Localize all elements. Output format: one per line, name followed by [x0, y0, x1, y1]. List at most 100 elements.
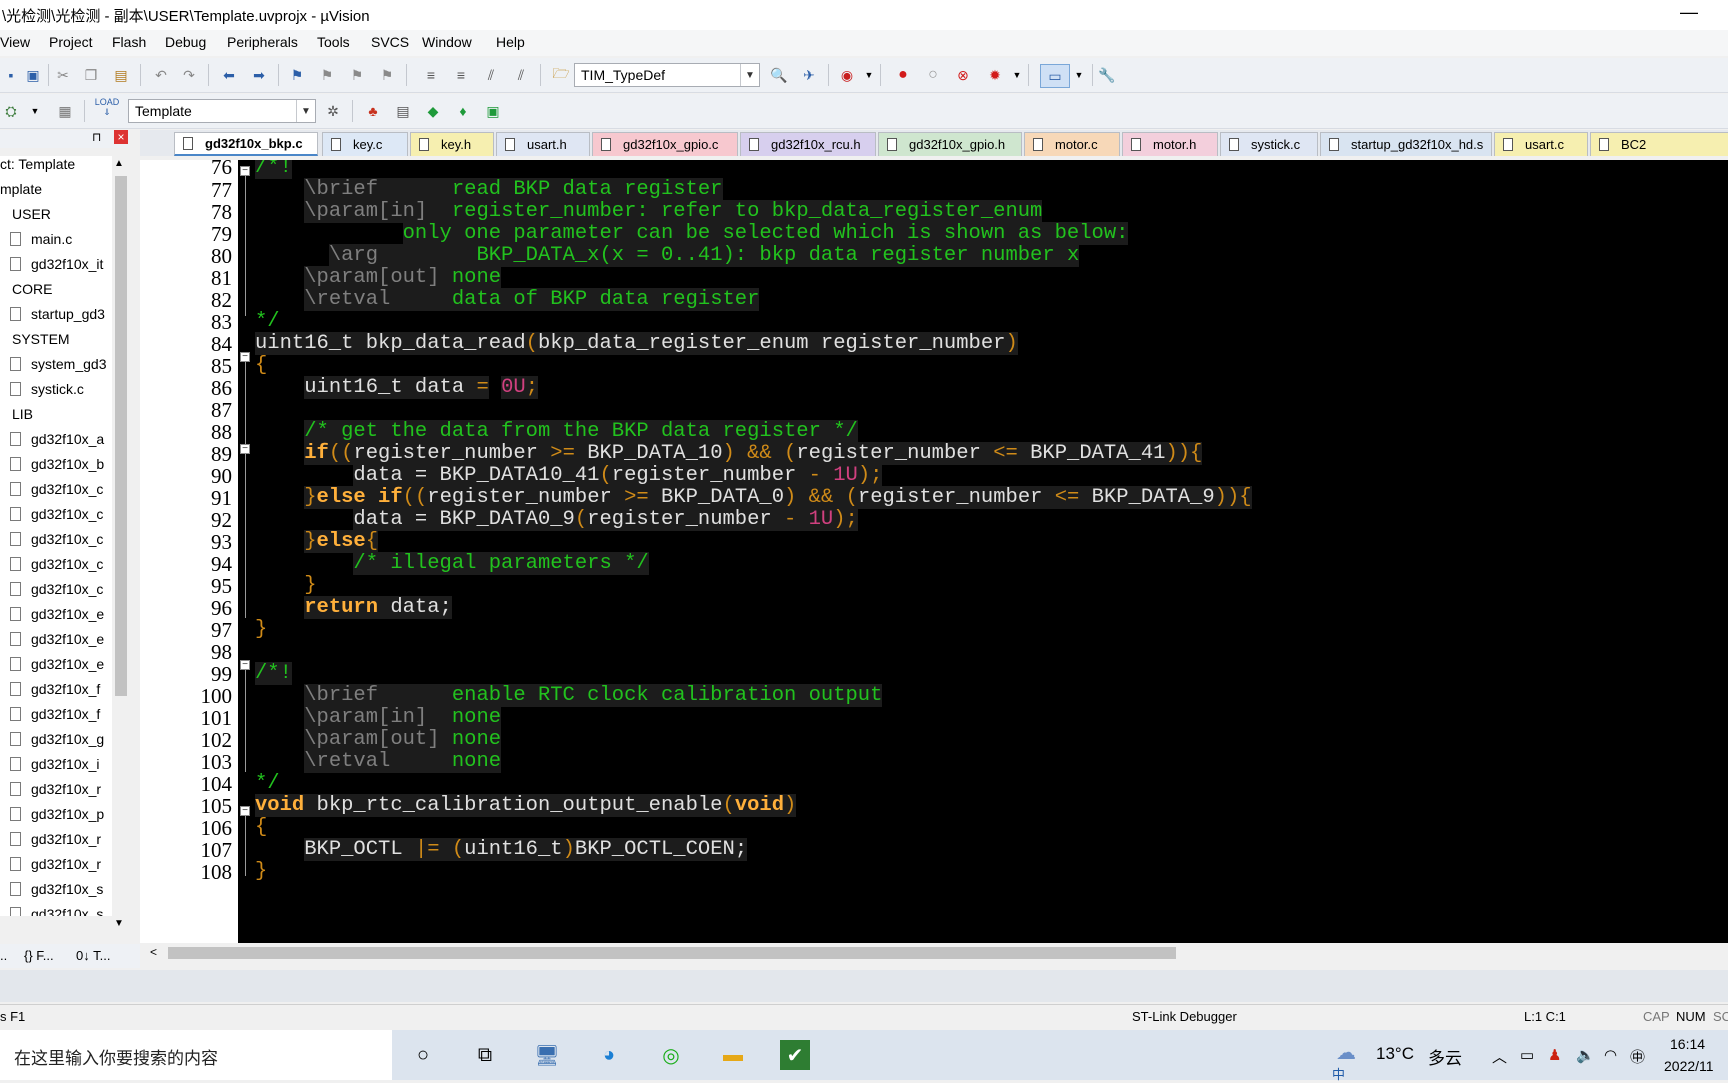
nav-back-icon[interactable]: ⬅ — [218, 64, 240, 86]
task-view-icon[interactable]: ⧉ — [470, 1040, 500, 1070]
tree-group-lib[interactable]: LIB — [12, 406, 33, 422]
tab-usart-h[interactable]: usart.h — [496, 132, 590, 156]
tree-file[interactable]: gd32f10x_it — [10, 256, 103, 272]
menu-project[interactable]: Project — [49, 34, 93, 50]
volume-icon[interactable]: 🔈 — [1576, 1046, 1595, 1064]
tab-usart-c[interactable]: usart.c — [1494, 132, 1588, 156]
undo-icon[interactable]: ↶ — [150, 64, 172, 86]
tree-file[interactable]: gd32f10x_f — [10, 706, 100, 722]
code-editor[interactable]: 76 77 78 79 80 81 82 83 84 85 86 87 88 8… — [140, 160, 1728, 943]
taskbar-search[interactable]: 在这里输入你要搜索的内容 — [0, 1030, 392, 1080]
tab-motor-h[interactable]: motor.h — [1122, 132, 1218, 156]
pin-icon[interactable]: ⊓ — [92, 130, 101, 144]
tab-gd32f10x-bkp-c[interactable]: gd32f10x_bkp.c — [174, 132, 318, 156]
tree-file[interactable]: system_gd3 — [10, 356, 106, 372]
tab-startup-s[interactable]: startup_gd32f10x_hd.s — [1320, 132, 1492, 156]
qq-icon[interactable]: ♟ — [1548, 1046, 1561, 1064]
close-panel-icon[interactable]: × — [114, 130, 128, 144]
build-icon[interactable]: ⛭ — [0, 100, 22, 122]
tab-gd32f10x-gpio-h[interactable]: gd32f10x_gpio.h — [878, 132, 1022, 156]
clock-date[interactable]: 2022/11 — [1664, 1058, 1714, 1074]
scroll-left-icon[interactable]: < — [150, 945, 157, 959]
bookmark-prev-icon[interactable]: ⚑ — [316, 64, 338, 86]
project-tree-scrollbar[interactable]: ▲ ▼ — [112, 156, 130, 936]
find-in-files-icon[interactable]: 🗁 — [550, 64, 572, 86]
keil-uvision-icon[interactable]: ✔ — [780, 1040, 810, 1070]
menu-window[interactable]: Window — [422, 34, 472, 50]
tree-file[interactable]: gd32f10x_e — [10, 606, 104, 622]
run-time-env-icon[interactable]: ▣ — [482, 100, 504, 122]
download-icon[interactable]: LOAD ⇓ — [94, 96, 120, 118]
tray-expand-icon[interactable]: ︿ — [1492, 1046, 1507, 1067]
scroll-thumb[interactable] — [115, 176, 127, 696]
tree-file[interactable]: gd32f10x_e — [10, 656, 104, 672]
tree-project-root[interactable]: ct: Template — [0, 156, 75, 172]
computer-icon[interactable]: 🖥 — [532, 1040, 562, 1070]
file-extensions-icon[interactable]: ▤ — [392, 100, 414, 122]
tree-file[interactable]: main.c — [10, 231, 72, 247]
edge-browser-icon[interactable]: ◕ — [594, 1040, 624, 1070]
tree-file[interactable]: gd32f10x_p — [10, 806, 104, 822]
nav-forward-icon[interactable]: ➡ — [248, 64, 270, 86]
ime-lang[interactable]: 中 — [1332, 1064, 1345, 1083]
bookmark-next-icon[interactable]: ⚑ — [346, 64, 368, 86]
incremental-find-icon[interactable]: ✈ — [798, 64, 820, 86]
tree-file[interactable]: gd32f10x_r — [10, 831, 101, 847]
tree-file[interactable]: gd32f10x_c — [10, 481, 103, 497]
menu-view[interactable]: View — [0, 34, 30, 50]
tree-group-core[interactable]: CORE — [12, 281, 52, 297]
tree-file[interactable]: gd32f10x_b — [10, 456, 104, 472]
copy-icon[interactable]: ❐ — [80, 64, 102, 86]
tab-motor-c[interactable]: motor.c — [1024, 132, 1120, 156]
chevron-down-icon[interactable]: ▼ — [1006, 64, 1028, 86]
tab-gd32f10x-rcu-h[interactable]: gd32f10x_rcu.h — [740, 132, 876, 156]
select-packs-icon[interactable]: ◆ — [422, 100, 444, 122]
tree-file[interactable]: startup_gd3 — [10, 306, 105, 322]
tree-file[interactable]: gd32f10x_r — [10, 781, 101, 797]
input-method-icon[interactable]: ㊥ — [1630, 1046, 1645, 1067]
pack-installer-icon[interactable]: ♦ — [452, 100, 474, 122]
configure-icon[interactable]: 🔧 — [1096, 64, 1118, 86]
debug-session-icon[interactable]: ◉ — [836, 64, 858, 86]
save-icon[interactable]: ▪ — [0, 64, 22, 86]
menu-help[interactable]: Help — [496, 34, 525, 50]
tree-file[interactable]: gd32f10x_c — [10, 531, 103, 547]
fold-toggle-icon[interactable]: − — [240, 806, 250, 816]
menu-debug[interactable]: Debug — [165, 34, 206, 50]
paste-icon[interactable]: ▤ — [110, 64, 132, 86]
tab-bc2[interactable]: BC2 — [1590, 132, 1728, 156]
chevron-down-icon[interactable]: ▼ — [1068, 64, 1090, 86]
tree-file[interactable]: gd32f10x_g — [10, 731, 104, 747]
unindent-icon[interactable]: ≡ — [450, 64, 472, 86]
tree-file[interactable]: gd32f10x_e — [10, 631, 104, 647]
menu-flash[interactable]: Flash — [112, 34, 146, 50]
chevron-down-icon[interactable]: ▼ — [24, 100, 46, 122]
bookmark-clear-icon[interactable]: ⚑ — [376, 64, 398, 86]
wechat-icon[interactable]: ◎ — [656, 1040, 686, 1070]
bookmark-icon[interactable]: ⚑ — [286, 64, 308, 86]
editor-hscrollbar[interactable]: < — [140, 944, 1728, 962]
tab-project[interactable]: .. — [0, 948, 7, 963]
tab-functions[interactable]: {} F... — [24, 948, 54, 963]
weather-temp[interactable]: 13°C — [1376, 1044, 1414, 1064]
fold-toggle-icon[interactable]: − — [240, 660, 250, 670]
minimize-button[interactable]: — — [1680, 2, 1698, 23]
chevron-down-icon[interactable]: ▼ — [740, 64, 759, 86]
fold-toggle-icon[interactable]: − — [240, 352, 250, 362]
indent-icon[interactable]: ≡ — [420, 64, 442, 86]
window-layout-icon[interactable]: ▭ — [1040, 64, 1070, 88]
breakpoint-clear-icon[interactable]: ⊗ — [952, 64, 974, 86]
chevron-down-icon[interactable]: ▼ — [296, 100, 315, 122]
menu-svcs[interactable]: SVCS — [371, 34, 409, 50]
save-all-icon[interactable]: ▣ — [22, 64, 44, 86]
tree-target[interactable]: mplate — [0, 181, 42, 197]
cortana-icon[interactable]: ○ — [408, 1040, 438, 1070]
scroll-down-icon[interactable]: ▼ — [114, 918, 124, 929]
tree-file[interactable]: gd32f10x_a — [10, 431, 104, 447]
tree-group-user[interactable]: USER — [12, 206, 51, 222]
chevron-down-icon[interactable]: ▼ — [858, 64, 880, 86]
tree-group-system[interactable]: SYSTEM — [12, 331, 70, 347]
tree-file[interactable]: gd32f10x_c — [10, 556, 103, 572]
clock-time[interactable]: 16:14 — [1670, 1036, 1705, 1052]
tab-key-c[interactable]: key.c — [322, 132, 408, 156]
